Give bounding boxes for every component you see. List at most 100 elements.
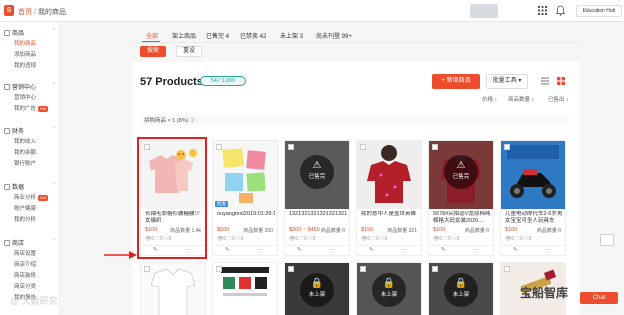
sort-by-sold[interactable]: 已售出 ↕	[548, 95, 569, 103]
sidebar-section-products[interactable]: 商品 ⌃	[4, 28, 56, 37]
product-card[interactable]: 儿童电动摩托车2-6岁男女宝宝可坐人玩具车 $100 商品数量 0 👁0 ♡0 …	[500, 140, 566, 256]
product-title[interactable]: 儿童电动摩托车2-6岁男女宝宝可坐人玩具车	[505, 211, 563, 225]
sidebar-item-bank-account[interactable]: 银行账户	[14, 159, 36, 167]
card-actions: ✎ ⋯	[357, 245, 421, 255]
product-card[interactable]: 🔒 未上架	[284, 262, 350, 315]
product-price: $500	[217, 227, 230, 233]
account-avatar[interactable]	[470, 4, 498, 18]
tab-sold-out[interactable]: 已售完 4	[206, 31, 229, 40]
shopee-logo-icon[interactable]: S	[4, 5, 14, 16]
product-image[interactable]	[213, 263, 277, 315]
select-checkbox[interactable]	[432, 144, 438, 150]
edit-icon[interactable]: ✎	[225, 247, 230, 253]
sidebar-item-shop-intro[interactable]: 商店介绍	[14, 260, 36, 268]
list-view-icon[interactable]	[540, 76, 550, 86]
select-checkbox[interactable]	[216, 266, 222, 272]
bulk-tools-dropdown[interactable]: 批量工具 ▾	[486, 74, 528, 89]
product-title[interactable]: 我的意中人是盖世英雄	[361, 211, 419, 225]
sidebar-item-balance[interactable]: 我的余额	[14, 148, 36, 156]
product-image[interactable]	[501, 141, 565, 209]
product-image[interactable]: 🔒 未上架	[285, 263, 349, 315]
sidebar-section-finance[interactable]: 财务 ⌃	[4, 126, 56, 135]
more-icon[interactable]: ⋯	[401, 247, 407, 253]
edit-icon[interactable]: ✎	[297, 247, 302, 253]
sort-by-quantity[interactable]: 商品数量 ↕	[508, 95, 534, 103]
product-card[interactable]: 我的意中人是盖世英雄 $150 商品数量 321 👁0 ♡0 ☆0 ✎ ⋯	[356, 140, 422, 256]
shop-icon	[4, 240, 10, 246]
product-image[interactable]	[141, 263, 205, 315]
grid-view-icon[interactable]	[556, 76, 566, 86]
sidebar-item-account-health[interactable]: 账户健康	[14, 204, 36, 212]
edit-icon[interactable]: ✎	[369, 247, 374, 253]
select-checkbox[interactable]	[360, 266, 366, 272]
chat-button[interactable]: Chat	[580, 292, 618, 304]
tab-live[interactable]: 架上商品	[172, 31, 196, 40]
product-card[interactable]	[212, 262, 278, 315]
sidebar-item-shop-categories[interactable]: 商店分类	[14, 282, 36, 290]
product-image[interactable]: 🔒 未上架	[429, 263, 493, 315]
more-icon[interactable]: ⋯	[257, 247, 263, 253]
sidebar-item-add-product[interactable]: 添加商品	[14, 50, 36, 58]
product-image[interactable]: ⚠ 已售完	[285, 141, 349, 209]
sold-out-overlay: ⚠ 已售完	[300, 155, 334, 189]
more-icon[interactable]: ⋯	[329, 247, 335, 253]
apps-grid-icon[interactable]	[538, 6, 547, 15]
select-checkbox[interactable]	[432, 266, 438, 272]
select-checkbox[interactable]	[288, 144, 294, 150]
sidebar-item-shop-settings[interactable]: 商店设置	[14, 249, 36, 257]
sidebar-item-marketing-centre[interactable]: 营销中心	[14, 93, 36, 101]
product-card[interactable]: ⚠已售完 1321321321321321321313213 $200 ~ $4…	[284, 140, 350, 256]
add-product-button[interactable]: + 新增商品	[432, 74, 480, 89]
group-buy-info[interactable]: 拼购商品 × 1 (8%) ⓘ	[144, 116, 196, 124]
sidebar-section-data[interactable]: 数据 ⌃	[4, 182, 56, 191]
warning-icon: ⚠	[312, 160, 322, 171]
product-title[interactable]: 1321321321321321321313213	[289, 211, 347, 225]
breadcrumb-home[interactable]: 首页	[18, 9, 32, 16]
product-image[interactable]	[357, 141, 421, 209]
more-icon[interactable]: ⋯	[545, 247, 551, 253]
message-icon[interactable]	[600, 234, 614, 246]
select-checkbox[interactable]	[216, 144, 222, 150]
select-checkbox[interactable]	[504, 144, 510, 150]
tab-unpublished[interactable]: 尚未刊登 99+	[316, 31, 352, 40]
hot-badge: Hot	[38, 106, 49, 112]
edit-icon[interactable]: ✎	[441, 247, 446, 253]
sidebar-item-violations[interactable]: 我的违规	[14, 61, 36, 69]
tab-unlisted[interactable]: 未上架 3	[280, 31, 303, 40]
sort-by-price[interactable]: 价格 ↕	[482, 95, 497, 103]
select-checkbox[interactable]	[504, 266, 510, 272]
tab-banned[interactable]: 已禁卖 42	[240, 31, 266, 40]
reset-button[interactable]: 重设	[176, 46, 202, 57]
sidebar-item-shop-decoration[interactable]: 商店装修	[14, 271, 36, 279]
edit-icon[interactable]: ✎	[513, 247, 518, 253]
shop-name-button[interactable]: Education Hub	[576, 5, 622, 17]
product-card[interactable]: 批发 ouyangtest2019:01:29:13:03:03 $500 商品…	[212, 140, 278, 256]
more-icon[interactable]: ⋯	[473, 247, 479, 253]
search-button[interactable]: 搜索	[140, 46, 166, 57]
product-card[interactable]: 🔒 未上架	[428, 262, 494, 315]
sidebar-item-my-ads[interactable]: 我的广告 Hot	[14, 104, 49, 112]
product-card[interactable]	[140, 262, 206, 315]
product-title[interactable]: 5678#实拍@V宽原棉纯棉格大码女装2020…	[433, 211, 491, 225]
product-title[interactable]: ouyangtest2019:01:29:13:03:03	[217, 211, 275, 225]
sidebar-item-my-products[interactable]: 我的商品	[14, 39, 36, 47]
sold-out-overlay: ⚠ 已售完	[444, 155, 478, 189]
unlisted-overlay: 🔒 未上架	[372, 273, 406, 307]
select-checkbox[interactable]	[288, 266, 294, 272]
product-image[interactable]: ⚠ 已售完	[429, 141, 493, 209]
product-card[interactable]: ⚠ 已售完 5678#实拍@V宽原棉纯棉格大码女装2020… $100 商品数量 …	[428, 140, 494, 256]
breadcrumb-current: 我的商品	[37, 9, 66, 16]
tab-all[interactable]: 全部	[146, 31, 158, 40]
product-image[interactable]: 🔒 未上架	[357, 263, 421, 315]
product-card[interactable]: 🔒 未上架	[356, 262, 422, 315]
select-checkbox[interactable]	[360, 144, 366, 150]
sidebar-section-shop[interactable]: 商店 ⌃	[4, 238, 56, 247]
card-actions: ✎ ⋯	[501, 245, 565, 255]
bell-icon[interactable]	[556, 5, 565, 16]
select-checkbox[interactable]	[144, 266, 150, 272]
sidebar-item-income[interactable]: 我的收入	[14, 137, 36, 145]
sidebar-section-marketing[interactable]: 营销中心 ⌃	[4, 82, 56, 91]
sidebar-item-my-analysis[interactable]: 我的分析	[14, 215, 36, 223]
sidebar-item-business-insights[interactable]: 商业分析 Hot	[14, 193, 49, 201]
product-image[interactable]	[213, 141, 277, 209]
